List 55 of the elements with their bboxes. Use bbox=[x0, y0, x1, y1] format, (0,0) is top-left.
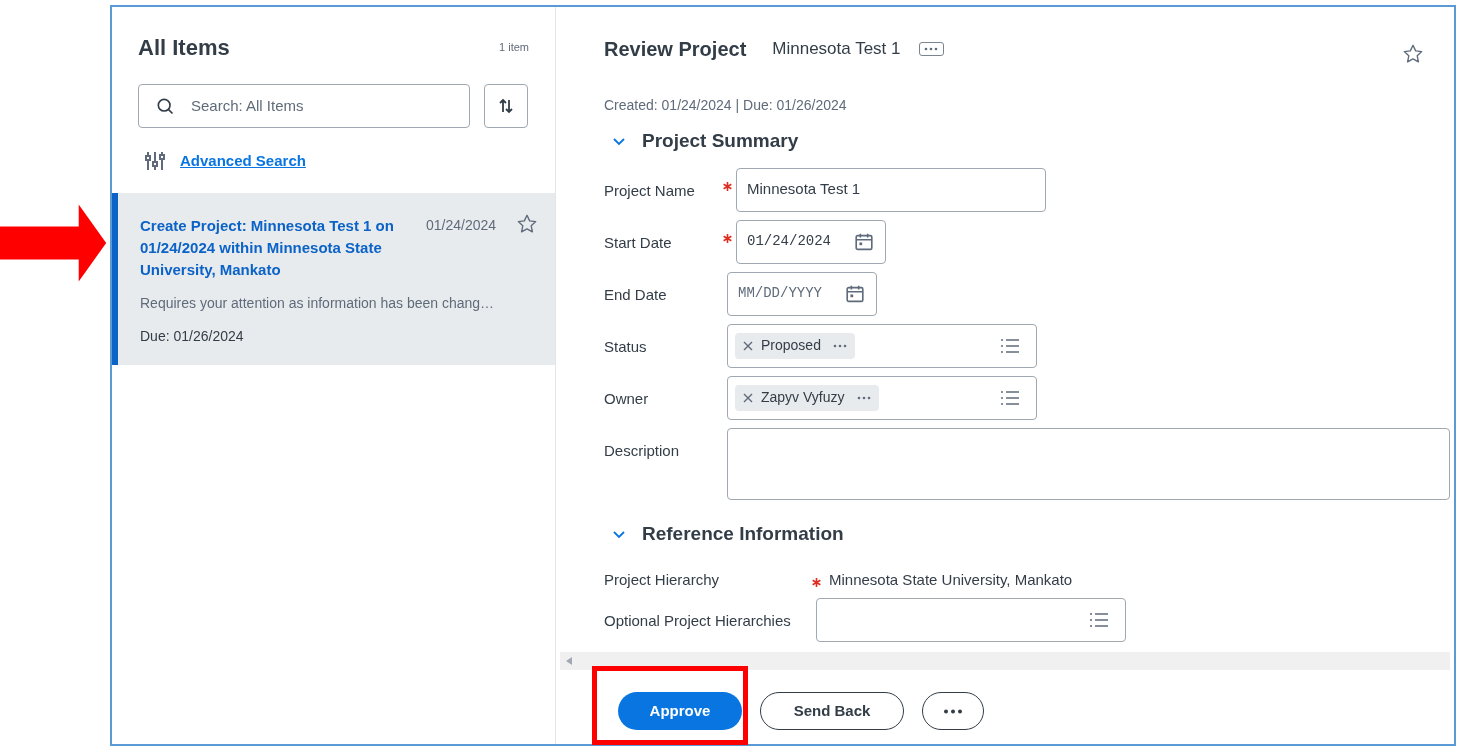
field-value: Minnesota State University, Mankato bbox=[829, 569, 1073, 590]
more-icon bbox=[832, 343, 847, 348]
more-icon bbox=[943, 708, 963, 714]
item-summary: Requires your attention as information has been chang… bbox=[140, 293, 496, 313]
multiselect-field[interactable]: Zapyv Vyfuzy bbox=[727, 375, 1037, 420]
search-field[interactable]: Search: All Items bbox=[138, 84, 470, 128]
search-icon bbox=[155, 96, 175, 116]
list-icon[interactable] bbox=[1089, 612, 1109, 628]
field-label: Owner bbox=[604, 388, 649, 409]
chip-label: Proposed bbox=[761, 336, 821, 355]
inbox-item[interactable]: Create Project: Minnesota Test 1 on 01/24/2024 within Minnesota State University, Mankato 01/24/2024 Requires your attention as information has been chang… Due: 01/26/2024 bbox=[112, 192, 555, 365]
panel-title: All Items bbox=[138, 34, 230, 62]
list-icon[interactable] bbox=[1000, 389, 1020, 406]
more-icon bbox=[856, 395, 871, 400]
field-label: Status bbox=[604, 336, 647, 357]
description-textarea[interactable] bbox=[727, 427, 1450, 500]
date-placeholder: MM/DD/YYYY bbox=[738, 284, 822, 303]
advanced-search-link[interactable]: Advanced Search bbox=[180, 150, 306, 173]
date-value: 01/24/2024 bbox=[747, 232, 831, 251]
chip-label: Zapyv Vyfuzy bbox=[761, 388, 845, 407]
sort-button[interactable] bbox=[484, 84, 528, 128]
field-label: End Date bbox=[604, 284, 667, 305]
field-label: Start Date bbox=[604, 232, 672, 253]
page-title: Review Project bbox=[604, 37, 747, 62]
send-back-button[interactable]: Send Back bbox=[760, 692, 904, 730]
text-field[interactable]: Minnesota Test 1 bbox=[736, 167, 1046, 212]
item-date: 01/24/2024 bbox=[425, 215, 497, 235]
date-field[interactable]: MM/DD/YYYY bbox=[727, 271, 877, 316]
remove-icon[interactable] bbox=[743, 392, 753, 403]
item-count: 1 item bbox=[499, 40, 529, 55]
more-button[interactable] bbox=[922, 692, 984, 730]
dates-caption: Created: 01/24/2024 | Due: 01/26/2024 bbox=[604, 97, 847, 113]
sliders-icon bbox=[144, 150, 166, 173]
horizontal-scrollbar[interactable] bbox=[560, 652, 1450, 670]
multiselect-field[interactable] bbox=[816, 598, 1126, 642]
star-icon[interactable] bbox=[1402, 43, 1424, 65]
more-icon bbox=[924, 47, 938, 51]
section-header[interactable]: Reference Information bbox=[604, 519, 844, 548]
date-field[interactable]: 01/24/2024 bbox=[736, 219, 886, 264]
remove-icon[interactable] bbox=[743, 340, 753, 351]
list-icon[interactable] bbox=[1000, 337, 1020, 354]
related-actions-button[interactable] bbox=[918, 42, 944, 56]
search-input[interactable]: Search: All Items bbox=[191, 94, 431, 118]
item-due-date: Due: 01/26/2024 bbox=[140, 326, 245, 346]
sort-icon bbox=[497, 97, 515, 115]
approve-button[interactable]: Approve bbox=[618, 692, 742, 730]
section-header[interactable]: Project Summary bbox=[604, 127, 799, 156]
multiselect-field[interactable]: Proposed bbox=[727, 323, 1037, 368]
field-label: Project Hierarchy bbox=[604, 571, 720, 588]
field-label: Project Name bbox=[604, 180, 695, 201]
field-label: Description bbox=[604, 440, 680, 461]
field-label: Optional Project Hierarchies bbox=[604, 611, 791, 631]
item-title: Create Project: Minnesota Test 1 on 01/24/2024 within Minnesota State University, Mankato bbox=[140, 215, 395, 280]
star-icon[interactable] bbox=[516, 212, 539, 235]
page-subtitle: Minnesota Test 1 bbox=[772, 38, 901, 61]
